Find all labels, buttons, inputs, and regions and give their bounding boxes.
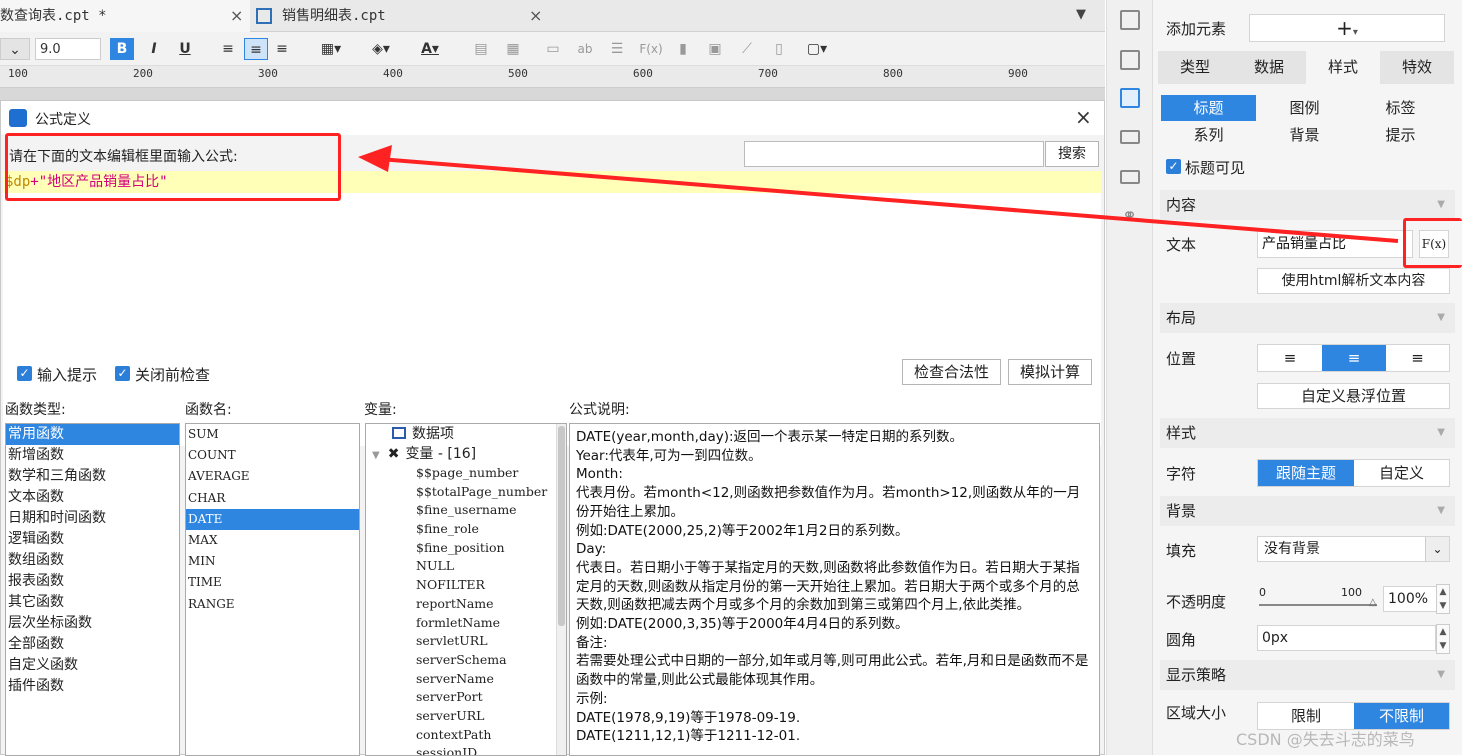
watermark: CSDN @失去斗志的菜鸟 (1236, 730, 1415, 749)
annotation-arrow (358, 145, 1399, 243)
arrow-line (379, 157, 1399, 243)
arrow-head (358, 145, 392, 172)
